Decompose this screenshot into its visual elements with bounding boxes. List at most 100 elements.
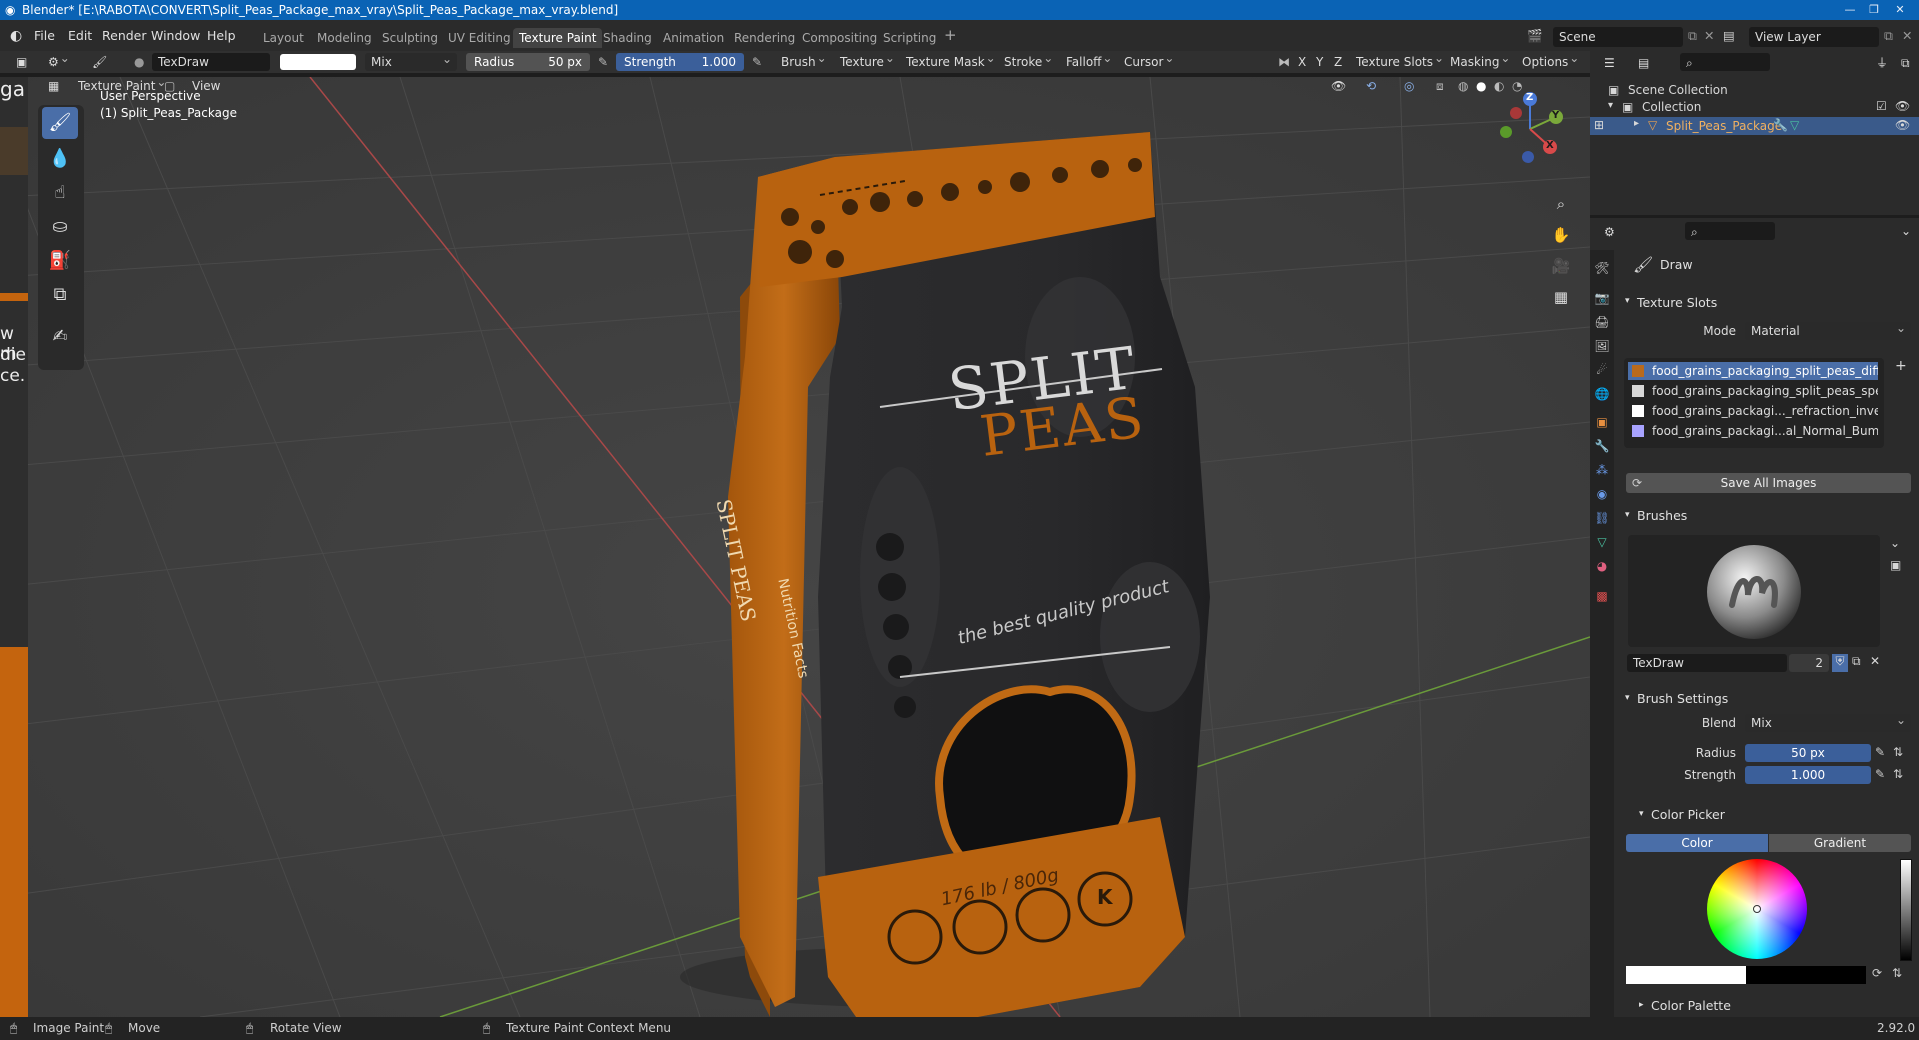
physics-tab-icon[interactable]: ◉	[1594, 486, 1610, 502]
texture-tab-icon[interactable]: ▩	[1594, 588, 1610, 604]
add-slot-icon[interactable]: +	[1895, 358, 1907, 374]
material-tab-icon[interactable]: ◕	[1594, 558, 1610, 574]
split-peas-package[interactable]	[0, 77, 1590, 1017]
brush-list-dropdown-icon[interactable]: ⌄	[1890, 536, 1900, 550]
collection-label[interactable]: Collection	[1642, 100, 1701, 114]
zoom-icon[interactable]: ⌕	[1548, 191, 1574, 217]
brush-name-field[interactable]: TexDraw	[152, 53, 270, 71]
brush-name-input[interactable]: TexDraw	[1627, 654, 1787, 672]
render-tab-icon[interactable]: 📷	[1594, 290, 1610, 306]
blender-menu-icon[interactable]: ◐	[10, 28, 22, 44]
draw-tool-icon[interactable]: 🖌	[42, 107, 78, 139]
strength-slider[interactable]: Strength 1.000	[616, 53, 744, 71]
collection-expand-icon[interactable]: ▾	[1608, 100, 1613, 111]
brushes-collapse-icon[interactable]: ▾	[1625, 510, 1630, 520]
mode-dropdown[interactable]: Texture Paint	[50, 73, 169, 95]
blend-mode-dropdown[interactable]: Mix	[365, 53, 457, 71]
duplicate-brush-icon[interactable]: ⧉	[1852, 654, 1861, 669]
color-palette-header[interactable]: Color Palette	[1651, 998, 1731, 1013]
texture-slot-refraction[interactable]: food_grains_packagi..._refraction_invert…	[1628, 402, 1878, 420]
tab-texture-paint[interactable]: Texture Paint	[513, 28, 603, 48]
radius-pressure-icon[interactable]: ✎	[592, 53, 614, 71]
minimize-icon[interactable]: —	[1838, 0, 1862, 20]
color-palette-collapse-icon[interactable]: ▸	[1639, 1000, 1644, 1010]
brush-users-count[interactable]: 2	[1789, 654, 1829, 672]
menu-file[interactable]: File	[34, 28, 55, 43]
maximize-icon[interactable]: ❐	[1862, 0, 1886, 20]
texture-slots-collapse-icon[interactable]: ▾	[1625, 296, 1630, 306]
falloff-menu[interactable]: Falloff	[1060, 49, 1115, 71]
brush-menu[interactable]: Brush	[775, 49, 830, 71]
smear-tool-icon[interactable]: ☝	[42, 177, 78, 209]
strength-pressure-icon-props[interactable]: ✎	[1875, 767, 1885, 781]
value-slider[interactable]	[1900, 859, 1912, 961]
close-icon[interactable]: ✕	[1888, 0, 1912, 20]
menu-window[interactable]: Window	[151, 28, 200, 43]
texture-slot-specular[interactable]: food_grains_packaging_split_peas_specula…	[1628, 382, 1878, 400]
mirror-y-button[interactable]: Y	[1310, 53, 1329, 71]
new-collection-icon[interactable]: ⧉	[1895, 54, 1916, 72]
visibility-icon[interactable]: 👁	[1325, 77, 1352, 95]
options-menu[interactable]: Options	[1516, 49, 1582, 71]
view-layer-field[interactable]: View Layer	[1749, 27, 1879, 47]
radius-pressure-icon-props[interactable]: ✎	[1875, 745, 1885, 759]
outliner-search-input[interactable]: ⌕	[1680, 53, 1770, 71]
strength-slider-props[interactable]: 1.000	[1745, 766, 1871, 784]
texture-slots-menu[interactable]: Texture Slots	[1350, 49, 1447, 71]
properties-editor-icon[interactable]: ⚙	[1598, 223, 1621, 241]
scene-remove-icon[interactable]: ✕	[1704, 28, 1714, 43]
overlay-toggle-icon[interactable]: ◎	[1398, 77, 1420, 95]
3d-viewport[interactable]: SPLIT PEAS the best quality product 176 …	[0, 77, 1590, 1017]
radius-slider[interactable]: Radius 50 px	[466, 53, 590, 71]
brush-color-swatch[interactable]	[280, 54, 356, 70]
collection-checkbox[interactable]: ☑	[1876, 99, 1887, 113]
blend-dropdown-props[interactable]: Mix	[1745, 714, 1911, 732]
object-expand-icon[interactable]: ▸	[1634, 118, 1639, 129]
grid-perspective-icon[interactable]: ▦	[1548, 284, 1574, 310]
tab-animation[interactable]: Animation	[657, 28, 730, 48]
tab-compositing[interactable]: Compositing	[796, 28, 883, 48]
view-layer-type-icon[interactable]: ▤	[1723, 28, 1735, 43]
scene-collection-label[interactable]: Scene Collection	[1628, 83, 1728, 97]
xray-icon[interactable]: ⧈	[1430, 77, 1450, 95]
scene-copy-icon[interactable]: ⧉	[1688, 28, 1697, 44]
brush-settings-header[interactable]: Brush Settings	[1637, 691, 1728, 706]
color-wheel-cursor[interactable]	[1753, 905, 1761, 913]
soften-tool-icon[interactable]: 💧	[42, 143, 78, 175]
fake-user-icon[interactable]: ⛨	[1832, 654, 1848, 672]
scene-type-icon[interactable]: 🎬	[1527, 28, 1543, 44]
strength-unit-icon[interactable]: ⇅	[1893, 767, 1903, 781]
fill-tool-icon[interactable]: ⛽	[42, 245, 78, 277]
mirror-z-button[interactable]: Z	[1328, 53, 1348, 71]
color-picker-header[interactable]: Color Picker	[1651, 807, 1725, 822]
view-menu[interactable]: View	[186, 77, 226, 95]
tab-uv-editing[interactable]: UV Editing	[442, 28, 517, 48]
brush-preview-box[interactable]	[1628, 535, 1880, 647]
modifier-tab-icon[interactable]: 🔧	[1594, 438, 1610, 454]
filter-icon[interactable]: ⏚	[1870, 54, 1894, 72]
add-workspace-icon[interactable]: +	[944, 26, 957, 44]
object-label[interactable]: Split_Peas_Package	[1666, 119, 1782, 133]
object-visibility-icon[interactable]: 👁	[1895, 118, 1910, 132]
brush-preview-toggle-icon[interactable]: ▣	[1890, 558, 1901, 572]
brush-settings-collapse-icon[interactable]: ▾	[1625, 693, 1630, 703]
tab-modeling[interactable]: Modeling	[311, 28, 378, 48]
view-layer-copy-icon[interactable]: ⧉	[1884, 28, 1893, 44]
gradient-tab[interactable]: Gradient	[1769, 834, 1911, 852]
outliner-row-selected[interactable]: ⊞ ▸ ▽ Split_Peas_Package 🔧 ▽ 👁	[1590, 117, 1919, 135]
scene-tab-icon[interactable]: ☄	[1594, 362, 1610, 378]
color-wheel[interactable]	[1707, 859, 1807, 959]
texture-menu[interactable]: Texture	[834, 49, 898, 71]
object-tab-icon[interactable]: ▣	[1594, 414, 1610, 430]
outliner-display-mode-icon[interactable]: ▤	[1632, 54, 1655, 72]
pan-hand-icon[interactable]: ✋	[1548, 222, 1574, 248]
tab-rendering[interactable]: Rendering	[728, 28, 801, 48]
properties-options-icon[interactable]: ⌄	[1895, 222, 1917, 240]
tool-menu-icon[interactable]: ⚙	[42, 49, 73, 71]
output-tab-icon[interactable]: 🖨	[1594, 314, 1610, 330]
color-picker-collapse-icon[interactable]: ▾	[1639, 809, 1644, 819]
texture-slots-header[interactable]: Texture Slots	[1637, 295, 1717, 310]
mask-tool-icon[interactable]: ⧉	[42, 279, 78, 311]
tab-shading[interactable]: Shading	[597, 28, 658, 48]
clone-tool-icon[interactable]: ⛀	[42, 211, 78, 243]
